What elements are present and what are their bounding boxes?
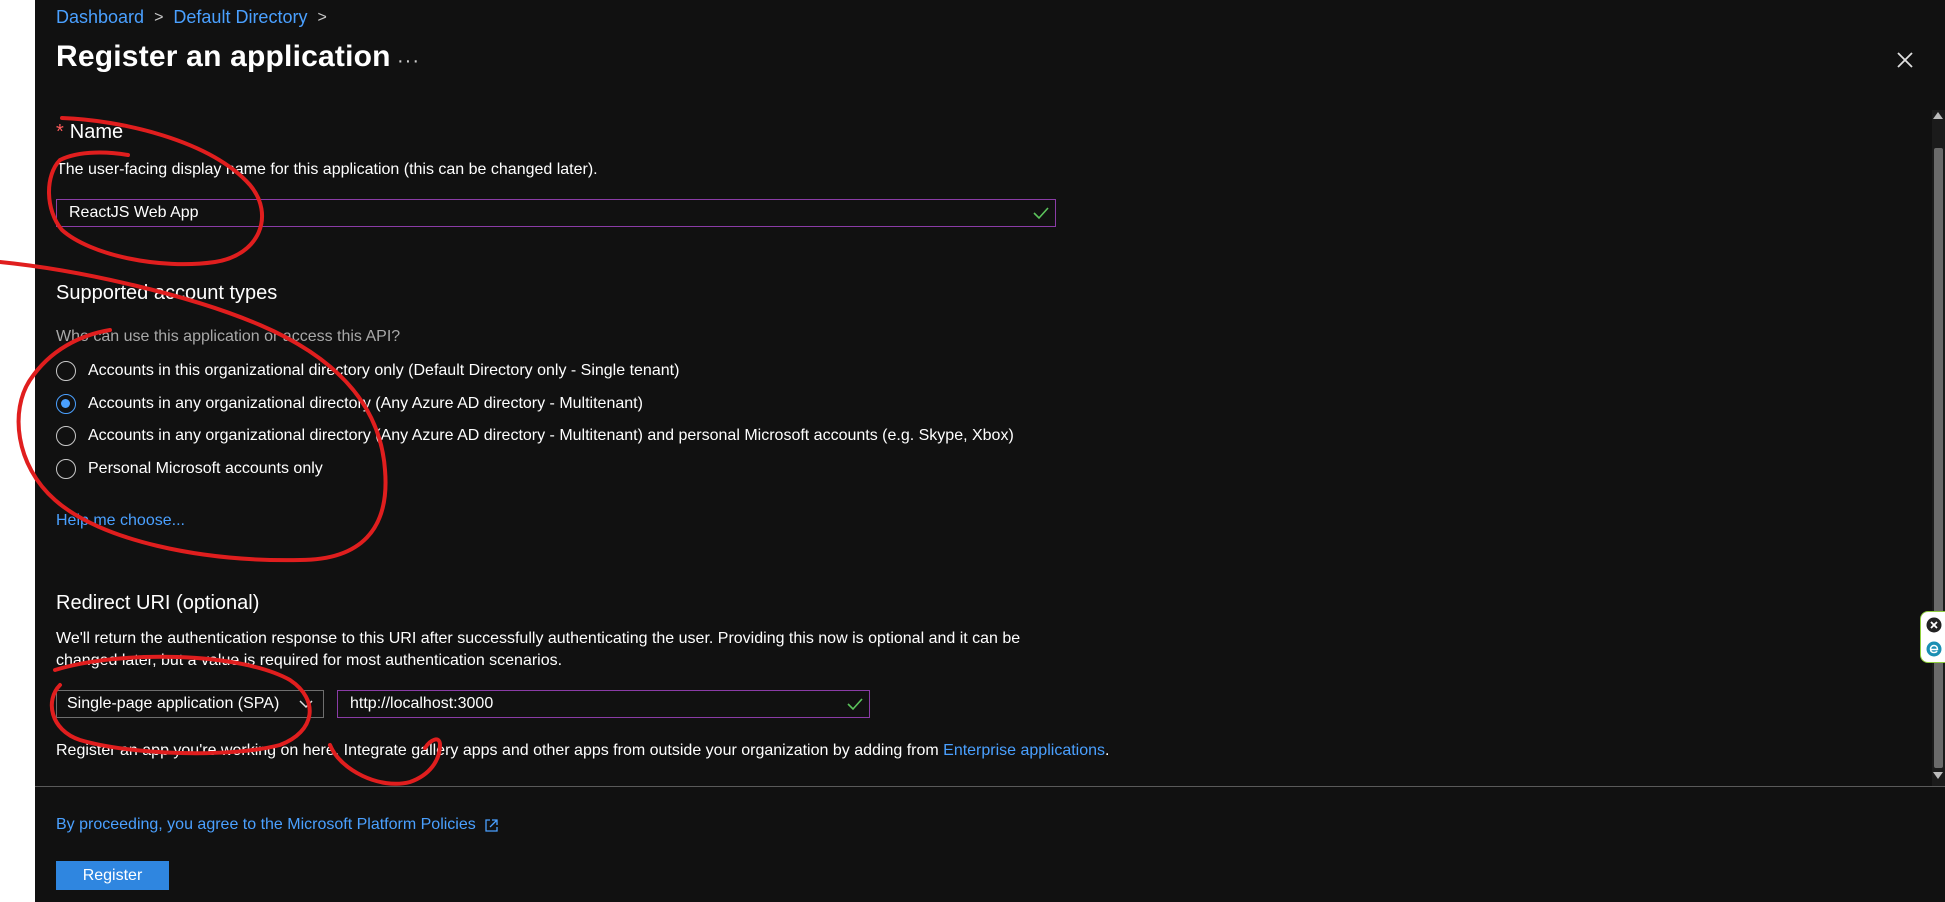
name-field[interactable] bbox=[56, 199, 1056, 227]
chevron-right-icon: > bbox=[154, 8, 164, 26]
platform-select-value: Single-page application (SPA) bbox=[67, 695, 280, 712]
breadcrumb-default-directory[interactable]: Default Directory bbox=[173, 7, 307, 28]
more-options-button[interactable]: ··· bbox=[397, 50, 420, 73]
radio-personal-only[interactable]: Personal Microsoft accounts only bbox=[56, 459, 323, 479]
radio-label: Accounts in any organizational directory… bbox=[88, 395, 643, 412]
breadcrumb: Dashboard > Default Directory > bbox=[56, 7, 327, 28]
footer-divider bbox=[35, 786, 1945, 787]
redirect-uri-heading: Redirect URI (optional) bbox=[56, 592, 260, 614]
radio-label: Personal Microsoft accounts only bbox=[88, 460, 323, 477]
redirect-note-text: Register an app you're working on here. … bbox=[56, 742, 944, 759]
register-button[interactable]: Register bbox=[56, 861, 169, 890]
redirect-description-line1: We'll return the authentication response… bbox=[56, 630, 1021, 647]
radio-button[interactable] bbox=[56, 459, 76, 479]
chevron-right-icon: > bbox=[317, 8, 327, 26]
breadcrumb-dashboard[interactable]: Dashboard bbox=[56, 7, 144, 28]
account-types-heading: Supported account types bbox=[56, 282, 278, 304]
enterprise-applications-link[interactable]: Enterprise applications bbox=[943, 742, 1105, 759]
radio-button[interactable] bbox=[56, 426, 76, 446]
name-description: The user-facing display name for this ap… bbox=[56, 161, 598, 178]
radio-label: Accounts in any organizational directory… bbox=[88, 427, 1014, 444]
name-heading: * Name bbox=[56, 121, 123, 144]
name-heading-label: Name bbox=[69, 121, 124, 143]
policy-row: By proceeding, you agree to the Microsof… bbox=[56, 814, 499, 836]
external-link-icon bbox=[485, 818, 498, 832]
browser-extension-widget[interactable] bbox=[1920, 611, 1945, 663]
help-me-choose-link[interactable]: Help me choose... bbox=[56, 510, 185, 532]
radio-button-selected[interactable] bbox=[56, 394, 76, 414]
radio-button[interactable] bbox=[56, 361, 76, 381]
platform-select[interactable]: Single-page application (SPA) bbox=[56, 690, 324, 718]
page-title: Register an application bbox=[56, 40, 391, 73]
register-app-panel: Dashboard > Default Directory > Register… bbox=[35, 0, 1945, 902]
checkmark-icon bbox=[1033, 207, 1049, 220]
name-input[interactable] bbox=[67, 203, 1055, 223]
account-types-question: Who can use this application or access t… bbox=[56, 328, 401, 345]
chevron-down-icon bbox=[299, 700, 313, 709]
radio-multitenant-personal[interactable]: Accounts in any organizational directory… bbox=[56, 426, 1014, 446]
platform-policies-link[interactable]: By proceeding, you agree to the Microsof… bbox=[56, 814, 476, 836]
checkmark-icon bbox=[847, 698, 863, 711]
scrollbar-thumb[interactable] bbox=[1934, 148, 1943, 768]
close-circle-icon[interactable] bbox=[1926, 617, 1942, 633]
redirect-description-line2: changed later, but a value is required f… bbox=[56, 652, 563, 669]
extension-logo-icon[interactable] bbox=[1926, 641, 1942, 657]
radio-single-tenant[interactable]: Accounts in this organizational director… bbox=[56, 361, 679, 381]
redirect-note-suffix: . bbox=[1105, 742, 1110, 759]
radio-multitenant[interactable]: Accounts in any organizational directory… bbox=[56, 394, 643, 414]
scroll-down-arrow-icon[interactable] bbox=[1933, 772, 1943, 779]
redirect-uri-input[interactable] bbox=[348, 694, 869, 714]
required-asterisk: * bbox=[56, 121, 64, 143]
scroll-up-arrow-icon[interactable] bbox=[1933, 112, 1943, 119]
radio-label: Accounts in this organizational director… bbox=[88, 362, 680, 379]
redirect-uri-field[interactable] bbox=[337, 690, 870, 718]
redirect-note: Register an app you're working on here. … bbox=[56, 740, 1109, 762]
close-icon[interactable] bbox=[1893, 48, 1917, 72]
